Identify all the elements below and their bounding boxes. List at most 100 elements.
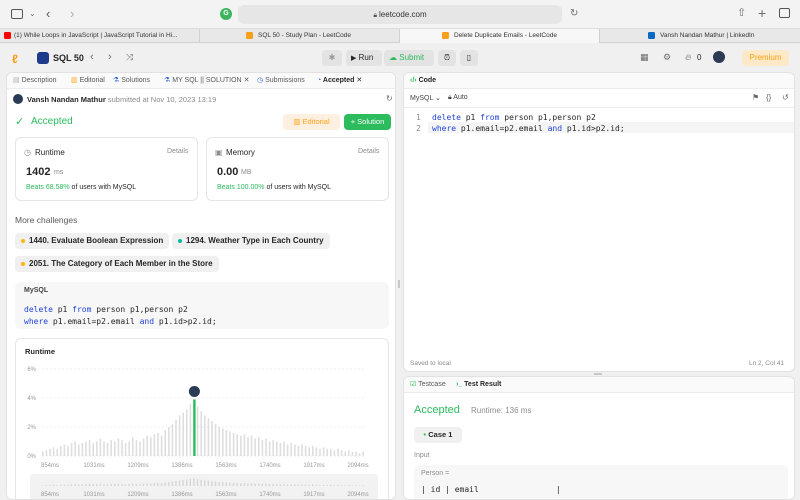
- distribution-bar[interactable]: [175, 419, 177, 456]
- distribution-bar[interactable]: [348, 450, 350, 456]
- braces-icon[interactable]: {}: [766, 94, 771, 102]
- run-button[interactable]: ▶ Run: [346, 50, 382, 66]
- distribution-bar[interactable]: [294, 444, 296, 456]
- distribution-bar[interactable]: [250, 435, 253, 456]
- distribution-bar[interactable]: [330, 448, 332, 456]
- distribution-bar[interactable]: [236, 434, 238, 456]
- browser-tab-sql50[interactable]: SQL 50 - Study Plan - LeetCode: [200, 29, 400, 43]
- distribution-bar[interactable]: [254, 438, 256, 456]
- distribution-bar[interactable]: [247, 437, 249, 456]
- browser-tab-delete-duplicate[interactable]: Delete Duplicate Emails - LeetCode: [400, 29, 600, 43]
- distribution-bar[interactable]: [110, 440, 112, 456]
- distribution-bar[interactable]: [207, 418, 210, 456]
- prev-problem-icon[interactable]: ‹: [90, 52, 94, 63]
- distribution-bar[interactable]: [168, 427, 170, 456]
- case-1-tab[interactable]: • Case 1: [414, 427, 462, 443]
- distribution-bar[interactable]: [92, 442, 94, 456]
- next-problem-icon[interactable]: ›: [108, 52, 112, 63]
- distribution-bar[interactable]: [258, 437, 260, 456]
- distribution-bar[interactable]: [304, 445, 307, 456]
- bookmark-icon[interactable]: ⚑: [752, 94, 759, 102]
- runtime-chart[interactable]: 6% 4% 2% 0% 854ms 1031ms 1209ms 1386ms 1563ms 174…: [16, 361, 390, 499]
- distribution-bar[interactable]: [232, 432, 235, 456]
- distribution-bar[interactable]: [153, 434, 156, 456]
- distribution-bar[interactable]: [272, 440, 274, 456]
- challenge-chip[interactable]: 2051. The Category of Each Member in the…: [15, 256, 219, 272]
- distribution-bar[interactable]: [290, 442, 292, 456]
- editor-line-2[interactable]: where p1.email=p2.email and p1.id>p2.id;: [432, 124, 625, 133]
- distribution-bar[interactable]: [312, 445, 314, 456]
- tab-test-result[interactable]: ›_ Test Result: [456, 377, 501, 393]
- sidebar-toggle-icon[interactable]: [11, 9, 23, 19]
- distribution-bar[interactable]: [340, 450, 343, 456]
- layout-icon[interactable]: ▦: [640, 53, 649, 62]
- distribution-bar[interactable]: [268, 441, 271, 457]
- horizontal-resize-handle[interactable]: [594, 373, 602, 375]
- distribution-bar[interactable]: [164, 429, 166, 456]
- distribution-bar[interactable]: [229, 431, 231, 456]
- distribution-bar[interactable]: [261, 440, 264, 456]
- distribution-bar[interactable]: [358, 453, 361, 456]
- distribution-bar[interactable]: [67, 445, 69, 456]
- forward-icon[interactable]: ›: [70, 7, 74, 20]
- distribution-bar[interactable]: [132, 437, 134, 456]
- highlighted-bar[interactable]: [193, 399, 196, 456]
- chevron-down-icon[interactable]: ⌄: [29, 10, 36, 18]
- browser-tab-linkedin[interactable]: Vansh Nandan Mathur | LinkedIn: [600, 29, 800, 43]
- distribution-bar[interactable]: [243, 434, 246, 456]
- distribution-bar[interactable]: [52, 447, 55, 456]
- tab-submissions[interactable]: ◷ Submissions: [257, 73, 305, 89]
- tab-accepted[interactable]: ◔ Accepted ✕: [317, 73, 362, 89]
- distribution-bar[interactable]: [103, 441, 105, 457]
- distribution-bar[interactable]: [326, 448, 328, 456]
- language-select[interactable]: MySQL ⌄: [410, 94, 441, 102]
- share-icon[interactable]: ⇧: [737, 8, 746, 19]
- distribution-bar[interactable]: [106, 442, 109, 456]
- vertical-resize-handle[interactable]: [398, 280, 400, 288]
- tab-testcase[interactable]: ☑ Testcase: [410, 377, 446, 393]
- distribution-bar[interactable]: [117, 438, 120, 456]
- distribution-bar[interactable]: [218, 427, 220, 456]
- distribution-bar[interactable]: [315, 447, 318, 456]
- distribution-bar[interactable]: [142, 438, 145, 456]
- grammarly-extension-icon[interactable]: G: [220, 8, 232, 20]
- distribution-bar[interactable]: [114, 441, 116, 457]
- distribution-bar[interactable]: [337, 448, 339, 456]
- tab-editorial[interactable]: ▥ Editorial: [71, 73, 105, 89]
- tab-my-solution[interactable]: ⚗ MY SQL || SOLUTION ✕: [164, 73, 249, 89]
- reset-icon[interactable]: ↺: [782, 94, 789, 102]
- distribution-bar[interactable]: [225, 429, 228, 456]
- distribution-bar[interactable]: [78, 444, 80, 456]
- distribution-bar[interactable]: [301, 444, 303, 456]
- distribution-bar[interactable]: [222, 428, 224, 456]
- premium-button[interactable]: Premium: [742, 50, 789, 66]
- debug-button[interactable]: ✱: [322, 50, 342, 66]
- distribution-bar[interactable]: [186, 409, 188, 456]
- distribution-bar[interactable]: [160, 435, 163, 456]
- distribution-bar[interactable]: [135, 440, 138, 456]
- memory-details-link[interactable]: Details: [358, 148, 379, 155]
- tab-overview-icon[interactable]: [779, 8, 790, 18]
- distribution-bar[interactable]: [49, 448, 51, 456]
- distribution-bar[interactable]: [308, 447, 310, 456]
- distribution-bar[interactable]: [99, 438, 102, 456]
- distribution-bar[interactable]: [344, 451, 346, 456]
- tab-solutions[interactable]: ⚗ Solutions: [113, 73, 150, 89]
- distribution-bar[interactable]: [355, 451, 357, 456]
- editor-line-1[interactable]: delete p1 from person p1,person p2: [432, 113, 596, 122]
- distribution-bar[interactable]: [60, 445, 62, 456]
- distribution-bar[interactable]: [85, 441, 87, 457]
- distribution-bar[interactable]: [42, 451, 44, 456]
- runtime-details-link[interactable]: Details: [167, 148, 188, 155]
- address-bar[interactable]: 🔒︎ leetcode.com: [238, 5, 562, 24]
- close-icon[interactable]: ✕: [244, 77, 250, 84]
- distribution-bar[interactable]: [182, 412, 184, 457]
- editorial-button[interactable]: ▥ Editorial: [283, 114, 340, 130]
- distribution-bar[interactable]: [121, 440, 123, 456]
- tab-code[interactable]: ‹/› Code: [410, 73, 436, 89]
- back-icon[interactable]: ‹: [46, 7, 50, 20]
- distribution-bar[interactable]: [178, 415, 181, 456]
- distribution-bar[interactable]: [88, 440, 91, 456]
- leetcode-logo[interactable]: ℓ: [12, 52, 18, 66]
- distribution-bar[interactable]: [96, 441, 98, 457]
